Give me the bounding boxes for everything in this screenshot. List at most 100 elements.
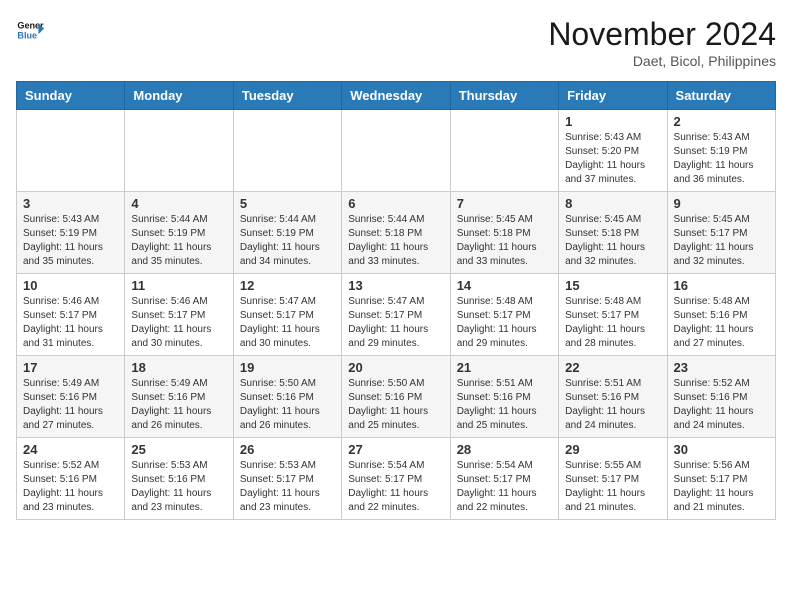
day-info: Sunrise: 5:45 AM Sunset: 5:17 PM Dayligh… <box>674 213 769 269</box>
calendar-cell: 12 Sunrise: 5:47 AM Sunset: 5:17 PM Dayli… <box>233 274 341 356</box>
day-info: Sunrise: 5:54 AM Sunset: 5:17 PM Dayligh… <box>348 459 443 515</box>
calendar-cell: 16 Sunrise: 5:48 AM Sunset: 5:16 PM Dayli… <box>667 274 775 356</box>
calendar-cell: 11 Sunrise: 5:46 AM Sunset: 5:17 PM Dayli… <box>125 274 233 356</box>
month-title: November 2024 <box>548 16 776 53</box>
calendar-cell: 26 Sunrise: 5:53 AM Sunset: 5:17 PM Dayli… <box>233 438 341 520</box>
location: Daet, Bicol, Philippines <box>548 53 776 69</box>
calendar-cell: 9 Sunrise: 5:45 AM Sunset: 5:17 PM Daylig… <box>667 192 775 274</box>
calendar-cell: 29Sunrise: 5:55 AM Sunset: 5:17 PM Dayli… <box>559 438 667 520</box>
weekday-header-saturday: Saturday <box>667 82 775 110</box>
calendar-cell: 18 Sunrise: 5:49 AM Sunset: 5:16 PM Dayli… <box>125 356 233 438</box>
weekday-header-tuesday: Tuesday <box>233 82 341 110</box>
day-number: 5 <box>240 196 335 211</box>
calendar-cell: 17 Sunrise: 5:49 AM Sunset: 5:16 PM Dayli… <box>17 356 125 438</box>
day-info: Sunrise: 5:49 AM Sunset: 5:16 PM Dayligh… <box>23 377 118 433</box>
day-info: Sunrise: 5:49 AM Sunset: 5:16 PM Dayligh… <box>131 377 226 433</box>
day-info: Sunrise: 5:53 AM Sunset: 5:17 PM Dayligh… <box>240 459 335 515</box>
calendar-cell: 4 Sunrise: 5:44 AM Sunset: 5:19 PM Daylig… <box>125 192 233 274</box>
day-number: 4 <box>131 196 226 211</box>
day-number: 22 <box>565 360 660 375</box>
calendar-cell: 30 Sunrise: 5:56 AM Sunset: 5:17 PM Dayli… <box>667 438 775 520</box>
day-number: 10 <box>23 278 118 293</box>
day-info: Sunrise: 5:43 AM Sunset: 5:20 PM Dayligh… <box>565 131 660 187</box>
calendar-cell: 6Sunrise: 5:44 AM Sunset: 5:18 PM Daylig… <box>342 192 450 274</box>
day-info: Sunrise: 5:54 AM Sunset: 5:17 PM Dayligh… <box>457 459 552 515</box>
week-row-1: 1 Sunrise: 5:43 AM Sunset: 5:20 PM Daylig… <box>17 110 776 192</box>
day-number: 6 <box>348 196 443 211</box>
day-info: Sunrise: 5:48 AM Sunset: 5:17 PM Dayligh… <box>457 295 552 351</box>
day-info: Sunrise: 5:48 AM Sunset: 5:17 PM Dayligh… <box>565 295 660 351</box>
day-info: Sunrise: 5:51 AM Sunset: 5:16 PM Dayligh… <box>457 377 552 433</box>
calendar-cell: 7Sunrise: 5:45 AM Sunset: 5:18 PM Daylig… <box>450 192 558 274</box>
calendar-table: SundayMondayTuesdayWednesdayThursdayFrid… <box>16 81 776 520</box>
day-info: Sunrise: 5:48 AM Sunset: 5:16 PM Dayligh… <box>674 295 769 351</box>
calendar-cell: 5 Sunrise: 5:44 AM Sunset: 5:19 PM Daylig… <box>233 192 341 274</box>
calendar-cell: 19 Sunrise: 5:50 AM Sunset: 5:16 PM Dayli… <box>233 356 341 438</box>
calendar-cell <box>17 110 125 192</box>
calendar-cell: 22 Sunrise: 5:51 AM Sunset: 5:16 PM Dayli… <box>559 356 667 438</box>
day-info: Sunrise: 5:47 AM Sunset: 5:17 PM Dayligh… <box>348 295 443 351</box>
week-row-4: 17 Sunrise: 5:49 AM Sunset: 5:16 PM Dayli… <box>17 356 776 438</box>
day-number: 25 <box>131 442 226 457</box>
calendar-cell <box>233 110 341 192</box>
calendar-cell <box>342 110 450 192</box>
day-number: 11 <box>131 278 226 293</box>
day-info: Sunrise: 5:56 AM Sunset: 5:17 PM Dayligh… <box>674 459 769 515</box>
calendar-cell: 15Sunrise: 5:48 AM Sunset: 5:17 PM Dayli… <box>559 274 667 356</box>
day-number: 7 <box>457 196 552 211</box>
day-info: Sunrise: 5:44 AM Sunset: 5:19 PM Dayligh… <box>131 213 226 269</box>
svg-text:Blue: Blue <box>17 30 37 40</box>
week-row-2: 3 Sunrise: 5:43 AM Sunset: 5:19 PM Daylig… <box>17 192 776 274</box>
week-row-5: 24 Sunrise: 5:52 AM Sunset: 5:16 PM Dayli… <box>17 438 776 520</box>
calendar-cell: 23 Sunrise: 5:52 AM Sunset: 5:16 PM Dayli… <box>667 356 775 438</box>
day-number: 21 <box>457 360 552 375</box>
calendar-cell: 1 Sunrise: 5:43 AM Sunset: 5:20 PM Daylig… <box>559 110 667 192</box>
day-number: 18 <box>131 360 226 375</box>
day-number: 16 <box>674 278 769 293</box>
calendar-cell: 2 Sunrise: 5:43 AM Sunset: 5:19 PM Daylig… <box>667 110 775 192</box>
day-number: 20 <box>348 360 443 375</box>
day-info: Sunrise: 5:50 AM Sunset: 5:16 PM Dayligh… <box>348 377 443 433</box>
day-number: 1 <box>565 114 660 129</box>
calendar-cell: 3 Sunrise: 5:43 AM Sunset: 5:19 PM Daylig… <box>17 192 125 274</box>
day-number: 12 <box>240 278 335 293</box>
day-number: 23 <box>674 360 769 375</box>
day-info: Sunrise: 5:44 AM Sunset: 5:19 PM Dayligh… <box>240 213 335 269</box>
calendar-cell: 24 Sunrise: 5:52 AM Sunset: 5:16 PM Dayli… <box>17 438 125 520</box>
calendar-cell: 8Sunrise: 5:45 AM Sunset: 5:18 PM Daylig… <box>559 192 667 274</box>
calendar-cell: 14Sunrise: 5:48 AM Sunset: 5:17 PM Dayli… <box>450 274 558 356</box>
day-number: 29 <box>565 442 660 457</box>
day-info: Sunrise: 5:43 AM Sunset: 5:19 PM Dayligh… <box>674 131 769 187</box>
calendar-cell: 20 Sunrise: 5:50 AM Sunset: 5:16 PM Dayli… <box>342 356 450 438</box>
day-info: Sunrise: 5:46 AM Sunset: 5:17 PM Dayligh… <box>131 295 226 351</box>
weekday-header-wednesday: Wednesday <box>342 82 450 110</box>
day-number: 26 <box>240 442 335 457</box>
day-info: Sunrise: 5:51 AM Sunset: 5:16 PM Dayligh… <box>565 377 660 433</box>
page-header: General Blue November 2024 Daet, Bicol, … <box>16 16 776 69</box>
calendar-cell: 13Sunrise: 5:47 AM Sunset: 5:17 PM Dayli… <box>342 274 450 356</box>
day-info: Sunrise: 5:52 AM Sunset: 5:16 PM Dayligh… <box>23 459 118 515</box>
day-number: 3 <box>23 196 118 211</box>
day-info: Sunrise: 5:43 AM Sunset: 5:19 PM Dayligh… <box>23 213 118 269</box>
weekday-header-thursday: Thursday <box>450 82 558 110</box>
calendar-cell: 25Sunrise: 5:53 AM Sunset: 5:16 PM Dayli… <box>125 438 233 520</box>
day-number: 24 <box>23 442 118 457</box>
weekday-header-row: SundayMondayTuesdayWednesdayThursdayFrid… <box>17 82 776 110</box>
logo: General Blue <box>16 16 44 44</box>
day-number: 19 <box>240 360 335 375</box>
day-info: Sunrise: 5:47 AM Sunset: 5:17 PM Dayligh… <box>240 295 335 351</box>
day-number: 30 <box>674 442 769 457</box>
calendar-cell: 10 Sunrise: 5:46 AM Sunset: 5:17 PM Dayli… <box>17 274 125 356</box>
logo-icon: General Blue <box>16 16 44 44</box>
day-info: Sunrise: 5:46 AM Sunset: 5:17 PM Dayligh… <box>23 295 118 351</box>
day-number: 28 <box>457 442 552 457</box>
calendar-cell: 28 Sunrise: 5:54 AM Sunset: 5:17 PM Dayli… <box>450 438 558 520</box>
calendar-cell: 27Sunrise: 5:54 AM Sunset: 5:17 PM Dayli… <box>342 438 450 520</box>
day-number: 2 <box>674 114 769 129</box>
calendar-cell <box>125 110 233 192</box>
day-info: Sunrise: 5:52 AM Sunset: 5:16 PM Dayligh… <box>674 377 769 433</box>
week-row-3: 10 Sunrise: 5:46 AM Sunset: 5:17 PM Dayli… <box>17 274 776 356</box>
day-number: 17 <box>23 360 118 375</box>
day-info: Sunrise: 5:50 AM Sunset: 5:16 PM Dayligh… <box>240 377 335 433</box>
day-number: 9 <box>674 196 769 211</box>
